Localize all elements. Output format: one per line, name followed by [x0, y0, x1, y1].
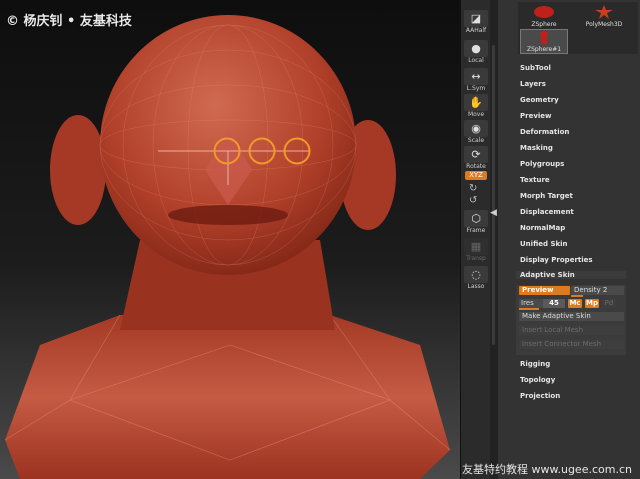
zsphere-model[interactable] [0, 0, 460, 479]
zsphere-figure-icon [540, 31, 548, 44]
rotate-button[interactable]: ⟳ Rotate [463, 146, 489, 170]
xyz-button[interactable]: XYZ [465, 171, 487, 180]
rotate-label: Rotate [466, 163, 486, 170]
y-axis-rotate-icon[interactable]: ↻ [469, 183, 477, 194]
aahalf-label: AAHalf [465, 27, 487, 34]
menu-topology[interactable]: Topology [520, 376, 555, 384]
watermark-top: © 杨庆钊 • 友基科技 [6, 14, 132, 29]
menu-projection[interactable]: Projection [520, 392, 560, 400]
mp-button[interactable]: Mp [585, 299, 599, 308]
menu-adaptive-skin[interactable]: Adaptive Skin [516, 271, 626, 279]
aahalf-icon: ◪ [464, 10, 488, 27]
menu-layers[interactable]: Layers [520, 80, 546, 88]
frame-label: Frame [466, 227, 486, 234]
menu-unified-skin[interactable]: Unified Skin [520, 240, 568, 248]
local-icon: ● [464, 40, 488, 57]
insert-local-mesh-button[interactable]: Insert Local Mesh [519, 326, 624, 335]
insert-connector-mesh-button[interactable]: Insert Connector Mesh [519, 340, 624, 349]
lsym-label: L.Sym [466, 85, 486, 92]
collapse-arrow-icon[interactable]: ◀ [490, 208, 497, 218]
lasso-icon: ◌ [464, 266, 488, 283]
menu-rigging[interactable]: Rigging [520, 360, 550, 368]
mouth-shadow [168, 205, 288, 225]
density-slider-fill [571, 295, 583, 297]
make-adaptive-skin-button[interactable]: Make Adaptive Skin [519, 312, 624, 321]
move-label: Move [467, 111, 485, 118]
ires-label: Ires [519, 299, 545, 308]
lsym-button[interactable]: ↔ L.Sym [463, 68, 489, 92]
thumb-polymesh3d[interactable]: PolyMesh3D [574, 5, 634, 28]
panel-scrollbar[interactable] [492, 45, 495, 345]
ires-value-field[interactable]: 45 [543, 299, 565, 308]
polymesh-star-icon [595, 5, 613, 19]
preview-button[interactable]: Preview [519, 286, 570, 295]
menu-displacement[interactable]: Displacement [520, 208, 574, 216]
zsphere-thumb-icon [534, 6, 554, 18]
move-button[interactable]: ✋ Move [463, 94, 489, 118]
rotate-icon: ⟳ [464, 146, 488, 163]
menu-texture[interactable]: Texture [520, 176, 550, 184]
right-toolbar: ◪ AAHalf ● Local ↔ L.Sym ✋ Move ◉ Scale … [460, 0, 491, 479]
local-button[interactable]: ● Local [463, 40, 489, 64]
menu-polygroups[interactable]: Polygroups [520, 160, 564, 168]
lsym-icon: ↔ [464, 68, 488, 85]
watermark-bottom: 友基特约教程 www.ugee.com.cn [462, 463, 632, 476]
thumb-polymesh3d-label: PolyMesh3D [585, 21, 623, 28]
menu-deformation[interactable]: Deformation [520, 128, 569, 136]
canvas-viewport[interactable]: © 杨庆钊 • 友基科技 [0, 0, 460, 479]
menu-subtool[interactable]: SubTool [520, 64, 551, 72]
left-ear-mesh [50, 115, 106, 225]
scale-label: Scale [467, 137, 485, 144]
tool-thumbnails: ZSphere PolyMesh3D ZSphere#1 [518, 2, 638, 54]
menu-morph-target[interactable]: Morph Target [520, 192, 573, 200]
menu-geometry[interactable]: Geometry [520, 96, 559, 104]
transp-label: Transp [466, 255, 486, 262]
lasso-button[interactable]: ◌ Lasso [463, 266, 489, 290]
ires-slider-fill[interactable] [519, 308, 539, 310]
panel-splitter[interactable]: ◀ [490, 0, 498, 479]
menu-normalmap[interactable]: NormalMap [520, 224, 565, 232]
local-label: Local [468, 57, 484, 64]
tool-palette: ZSphere PolyMesh3D ZSphere#1 SubTool Lay… [498, 0, 640, 479]
mc-button[interactable]: Mc [568, 299, 582, 308]
adaptive-skin-panel: Preview Density 2 Ires 45 Mc Mp Pd Make … [516, 285, 626, 355]
density-slider[interactable]: Density 2 [571, 286, 624, 295]
menu-display-properties[interactable]: Display Properties [520, 256, 593, 264]
move-hand-icon: ✋ [464, 94, 488, 111]
scale-icon: ◉ [464, 120, 488, 137]
thumb-zsphere1-label: ZSphere#1 [526, 46, 562, 53]
menu-masking[interactable]: Masking [520, 144, 553, 152]
frame-cube-icon: ⬡ [464, 210, 488, 227]
transp-icon: ▦ [464, 238, 488, 255]
menu-preview[interactable]: Preview [520, 112, 552, 120]
pd-button[interactable]: Pd [602, 299, 616, 308]
thumb-zsphere1[interactable]: ZSphere#1 [520, 29, 568, 54]
frame-button[interactable]: ⬡ Frame [463, 210, 489, 234]
thumb-zsphere[interactable]: ZSphere [524, 5, 564, 28]
scale-button[interactable]: ◉ Scale [463, 120, 489, 144]
transp-button[interactable]: ▦ Transp [463, 238, 489, 262]
aahalf-button[interactable]: ◪ AAHalf [463, 10, 489, 34]
thumb-zsphere-label: ZSphere [531, 21, 557, 28]
z-axis-rotate-icon[interactable]: ↺ [469, 195, 477, 206]
lasso-label: Lasso [467, 283, 485, 290]
